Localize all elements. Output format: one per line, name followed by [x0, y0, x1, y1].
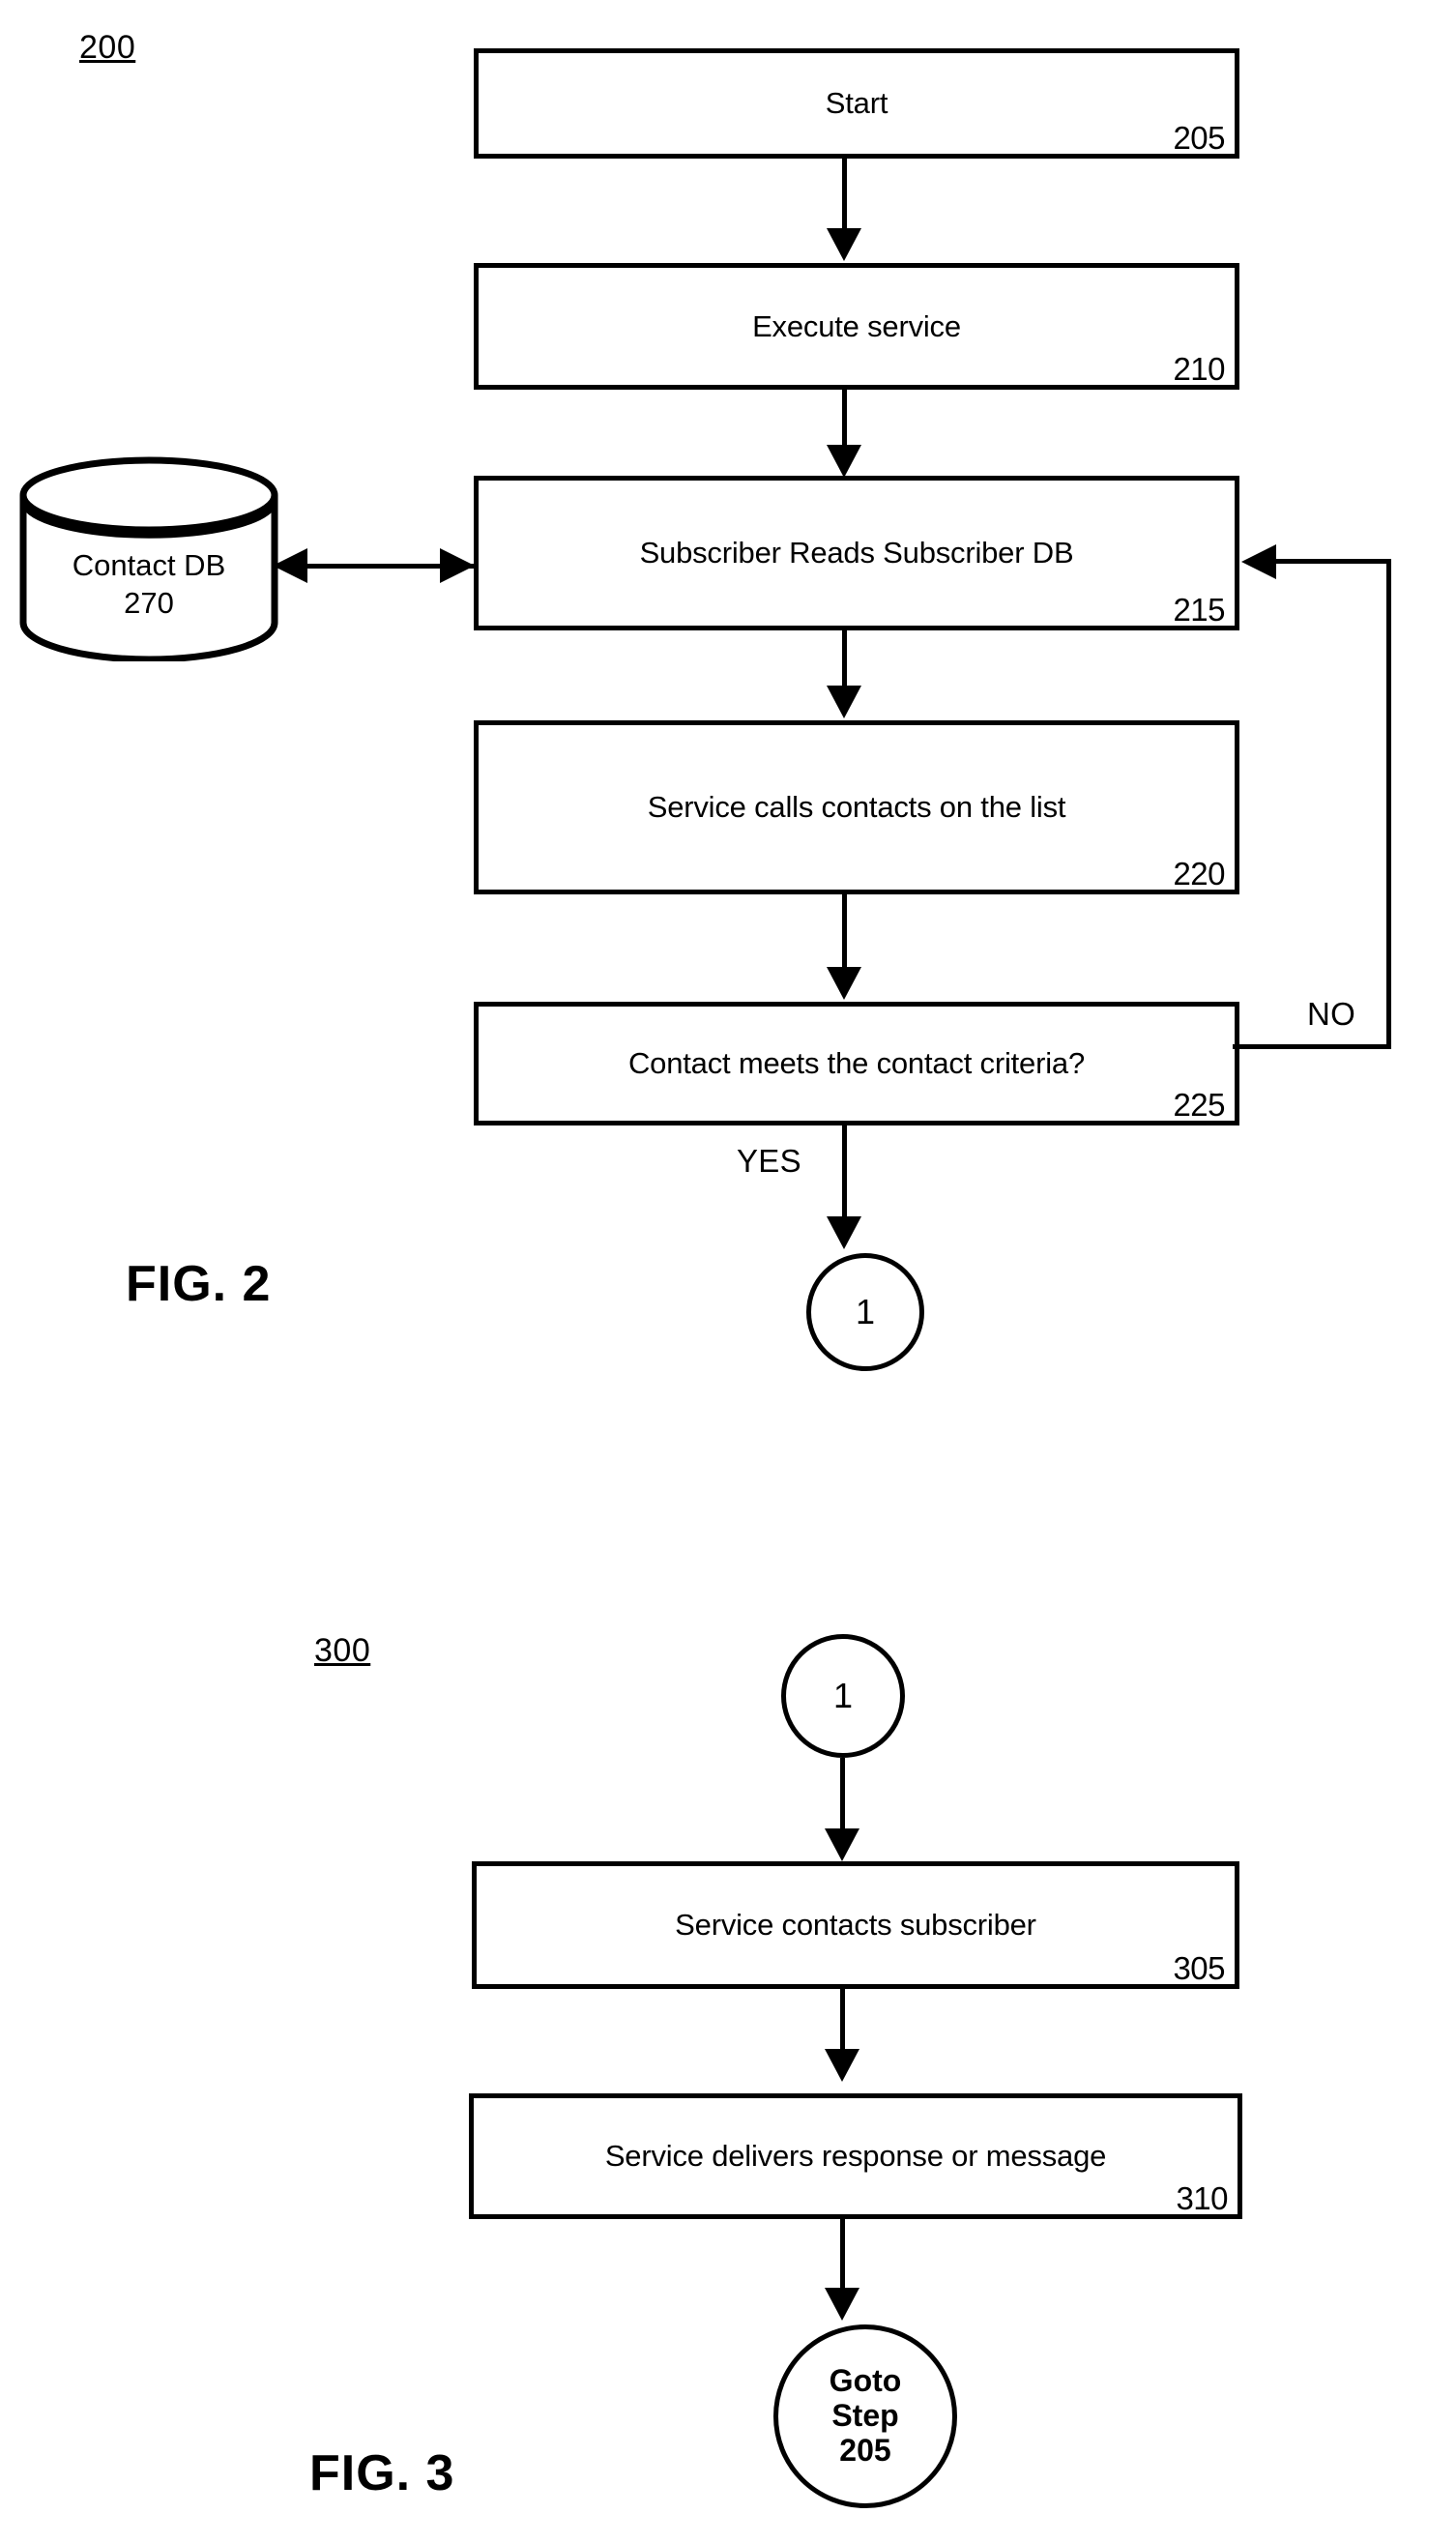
- node-service-delivers-response[interactable]: Service delivers response or message 310: [469, 2093, 1242, 2219]
- node-contact-database-ref: 270: [124, 585, 174, 620]
- connector-no-branch-bottom: [1233, 1044, 1391, 1049]
- node-goto-step-205-line1: Goto: [829, 2363, 902, 2399]
- node-contact-database-text: Contact DB 270: [17, 547, 280, 623]
- arrowhead-db-left: [273, 548, 307, 583]
- arrowhead-readdb-to-callcontacts: [827, 686, 861, 718]
- connector-circle-1-out[interactable]: 1: [806, 1253, 924, 1371]
- patent-figure-page: 200 Start 205 Execute service 210 Contac…: [0, 0, 1456, 2543]
- diagram-ref-200: 200: [79, 29, 136, 66]
- connector-callcontacts-to-decision: [842, 894, 847, 967]
- arrowhead-callcontacts-to-decision: [827, 967, 861, 1000]
- arrowhead-db-right: [440, 548, 475, 583]
- figure-caption-2: FIG. 2: [126, 1256, 272, 1312]
- node-service-delivers-response-ref: 310: [1176, 2180, 1228, 2216]
- arrowhead-start-to-execute: [827, 228, 861, 261]
- node-call-contacts-ref: 220: [1173, 856, 1225, 892]
- node-read-subscriber-db-label: Subscriber Reads Subscriber DB: [639, 535, 1074, 570]
- node-start-label: Start: [825, 85, 888, 120]
- node-decision-contact-criteria[interactable]: Contact meets the contact criteria? 225: [474, 1002, 1239, 1125]
- node-contact-database[interactable]: Contact DB 270: [17, 456, 280, 661]
- node-service-contacts-subscriber-ref: 305: [1173, 1950, 1225, 1986]
- node-goto-step-205-line2: Step: [831, 2398, 899, 2434]
- node-decision-contact-criteria-ref: 225: [1173, 1087, 1225, 1123]
- connector-no-branch-top: [1276, 559, 1388, 564]
- node-start-ref: 205: [1173, 120, 1225, 156]
- node-execute-service[interactable]: Execute service 210: [474, 263, 1239, 390]
- node-goto-step-205[interactable]: Goto Step 205: [773, 2324, 957, 2508]
- connector-start-to-execute: [842, 159, 847, 231]
- edge-label-no: NO: [1307, 996, 1356, 1032]
- connector-execute-to-readdb: [842, 390, 847, 450]
- node-goto-step-205-text: Goto Step 205: [829, 2363, 902, 2468]
- edge-label-yes: YES: [737, 1143, 801, 1179]
- figure-caption-3: FIG. 3: [309, 2445, 455, 2501]
- arrowhead-yes-branch: [827, 1216, 861, 1249]
- node-read-subscriber-db-ref: 215: [1173, 592, 1225, 628]
- node-call-contacts[interactable]: Service calls contacts on the list 220: [474, 720, 1239, 894]
- arrowhead-delivers-to-goto: [825, 2288, 859, 2321]
- connector-circle-1-in-label: 1: [832, 1676, 854, 1715]
- connector-contacts-to-delivers: [840, 1989, 845, 2053]
- node-execute-service-ref: 210: [1173, 351, 1225, 387]
- node-service-contacts-subscriber[interactable]: Service contacts subscriber 305: [472, 1861, 1239, 1989]
- node-service-delivers-response-label: Service delivers response or message: [604, 2138, 1107, 2173]
- arrowhead-circle1-to-contacts: [825, 1828, 859, 1861]
- connector-circle-1-out-label: 1: [855, 1292, 876, 1331]
- connector-circle1-to-contacts: [840, 1758, 845, 1831]
- node-contact-database-label: Contact DB: [72, 548, 226, 582]
- diagram-ref-300: 300: [314, 1632, 371, 1669]
- node-goto-step-205-line3: 205: [839, 2432, 891, 2468]
- arrowhead-execute-to-readdb: [827, 445, 861, 478]
- arrowhead-no-branch-into-readdb: [1241, 544, 1276, 579]
- node-service-contacts-subscriber-label: Service contacts subscriber: [675, 1907, 1036, 1942]
- node-execute-service-label: Execute service: [752, 308, 961, 343]
- node-decision-contact-criteria-label: Contact meets the contact criteria?: [627, 1045, 1085, 1080]
- node-read-subscriber-db[interactable]: Subscriber Reads Subscriber DB 215: [474, 476, 1239, 630]
- connector-no-branch-riser: [1386, 559, 1391, 1049]
- arrowhead-contacts-to-delivers: [825, 2049, 859, 2082]
- connector-readdb-to-callcontacts: [842, 630, 847, 690]
- node-start[interactable]: Start 205: [474, 48, 1239, 159]
- node-call-contacts-label: Service calls contacts on the list: [647, 789, 1066, 824]
- connector-circle-1-in[interactable]: 1: [781, 1634, 905, 1758]
